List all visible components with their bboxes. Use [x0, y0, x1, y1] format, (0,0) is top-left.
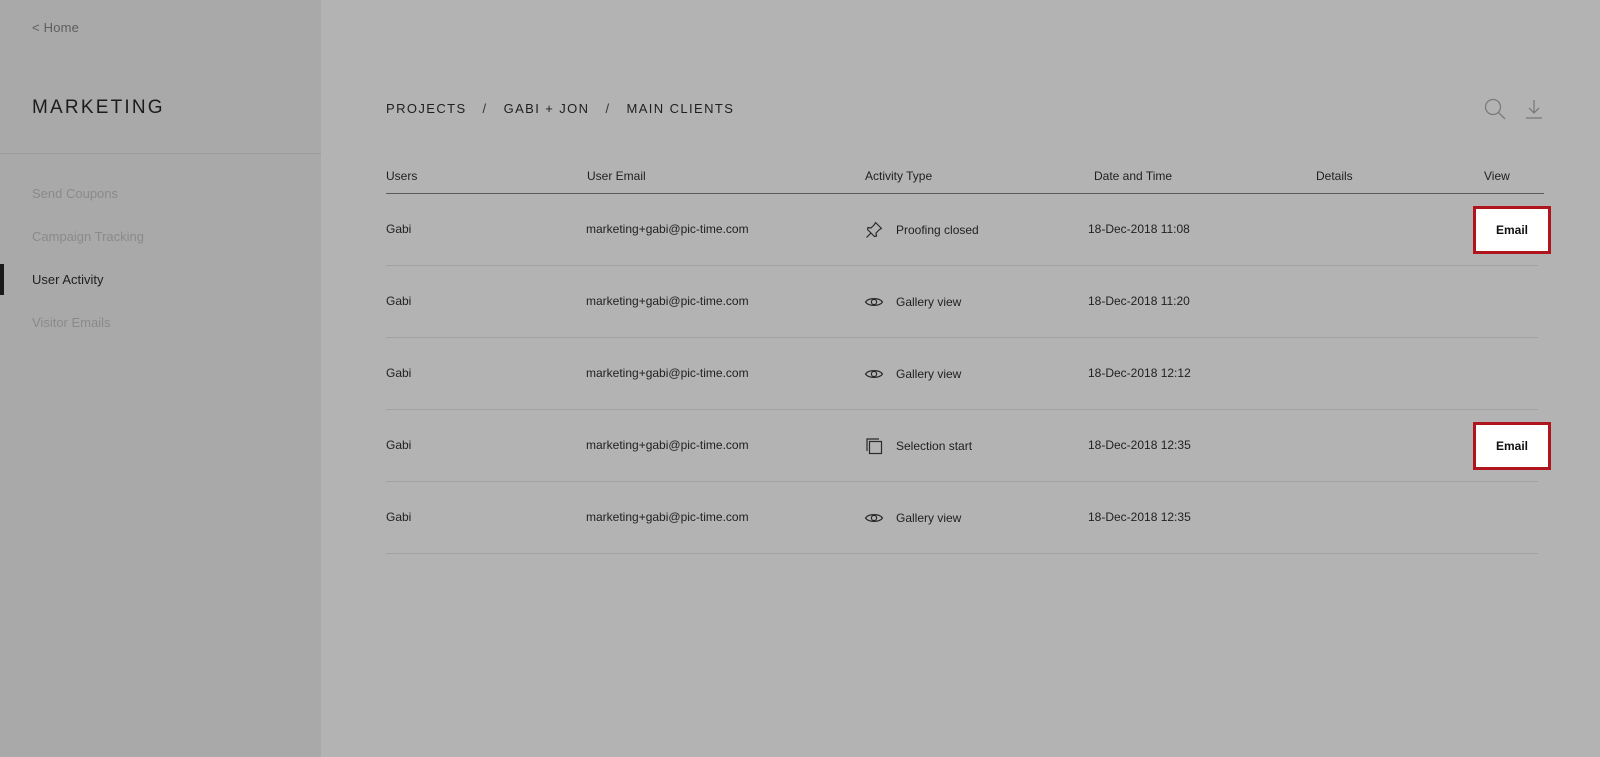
- breadcrumb-separator: /: [482, 101, 488, 116]
- sidebar-item-user-activity[interactable]: User Activity: [0, 258, 321, 301]
- sidebar-item-campaign-tracking[interactable]: Campaign Tracking: [0, 215, 321, 258]
- table-row: Gabi marketing+gabi@pic-time.com Gallery…: [386, 266, 1538, 338]
- activity-label: Proofing closed: [896, 222, 979, 237]
- breadcrumb-separator: /: [605, 101, 611, 116]
- eye-icon: [864, 364, 884, 384]
- email-cell: marketing+gabi@pic-time.com: [586, 294, 749, 308]
- activity-label: Gallery view: [896, 294, 962, 309]
- table-row: Gabi marketing+gabi@pic-time.com Selecti…: [386, 410, 1551, 482]
- activity-table: Users User Email Activity Type Date and …: [386, 160, 1551, 554]
- datetime-cell: 18-Dec-2018 12:12: [1088, 366, 1191, 380]
- search-icon[interactable]: [1483, 97, 1507, 121]
- activity-cell: Gallery view: [864, 482, 961, 553]
- breadcrumb-projects[interactable]: PROJECTS: [386, 101, 467, 116]
- email-cell: marketing+gabi@pic-time.com: [586, 510, 749, 524]
- activity-cell: Gallery view: [864, 266, 961, 337]
- activity-cell: Gallery view: [864, 338, 961, 409]
- user-cell: Gabi: [386, 510, 412, 524]
- table-header: Users User Email Activity Type Date and …: [386, 160, 1544, 194]
- table-row: Gabi marketing+gabi@pic-time.com Gallery…: [386, 482, 1538, 554]
- column-header-activity-type: Activity Type: [865, 169, 933, 183]
- sidebar: < Home MARKETING Send Coupons Campaign T…: [0, 0, 321, 757]
- email-button[interactable]: Email: [1473, 422, 1551, 470]
- eye-icon: [864, 508, 884, 528]
- column-header-view: View: [1484, 169, 1510, 183]
- user-cell: Gabi: [386, 366, 412, 380]
- download-icon[interactable]: [1522, 97, 1546, 121]
- app: < Home MARKETING Send Coupons Campaign T…: [0, 0, 1600, 757]
- table-row: Gabi marketing+gabi@pic-time.com Proofin…: [386, 194, 1551, 266]
- column-header-date-time: Date and Time: [1094, 169, 1173, 183]
- breadcrumb-gabi-jon[interactable]: GABI + JON: [504, 101, 590, 116]
- email-cell: marketing+gabi@pic-time.com: [586, 222, 749, 236]
- datetime-cell: 18-Dec-2018 12:35: [1088, 510, 1191, 524]
- column-header-details: Details: [1316, 169, 1353, 183]
- user-cell: Gabi: [386, 294, 412, 308]
- activity-label: Gallery view: [896, 510, 962, 525]
- pin-icon: [864, 220, 884, 240]
- column-header-users: Users: [386, 169, 418, 183]
- table-row: Gabi marketing+gabi@pic-time.com Gallery…: [386, 338, 1538, 410]
- column-header-user-email: User Email: [587, 169, 646, 183]
- activity-label: Selection start: [896, 438, 973, 453]
- activity-label: Gallery view: [896, 366, 962, 381]
- section-title: MARKETING: [32, 97, 165, 118]
- datetime-cell: 18-Dec-2018 11:08: [1088, 222, 1190, 236]
- email-cell: marketing+gabi@pic-time.com: [586, 438, 749, 452]
- datetime-cell: 18-Dec-2018 11:20: [1088, 294, 1190, 308]
- email-cell: marketing+gabi@pic-time.com: [586, 366, 749, 380]
- breadcrumb-main-clients[interactable]: MAIN CLIENTS: [626, 101, 734, 116]
- sidebar-nav: Send Coupons Campaign Tracking User Acti…: [0, 172, 321, 344]
- activity-cell: Proofing closed: [864, 194, 979, 265]
- user-cell: Gabi: [386, 222, 412, 236]
- sidebar-item-send-coupons[interactable]: Send Coupons: [0, 172, 321, 215]
- main-content: PROJECTS / GABI + JON / MAIN CLIENTS Use…: [321, 0, 1600, 757]
- eye-icon: [864, 292, 884, 312]
- activity-cell: Selection start: [864, 410, 972, 481]
- sidebar-item-visitor-emails[interactable]: Visitor Emails: [0, 301, 321, 344]
- breadcrumb: PROJECTS / GABI + JON / MAIN CLIENTS: [386, 101, 734, 116]
- copy-icon: [864, 436, 884, 456]
- home-link[interactable]: < Home: [32, 20, 79, 35]
- user-cell: Gabi: [386, 438, 412, 452]
- datetime-cell: 18-Dec-2018 12:35: [1088, 438, 1191, 452]
- sidebar-divider: [0, 153, 321, 154]
- email-button[interactable]: Email: [1473, 206, 1551, 254]
